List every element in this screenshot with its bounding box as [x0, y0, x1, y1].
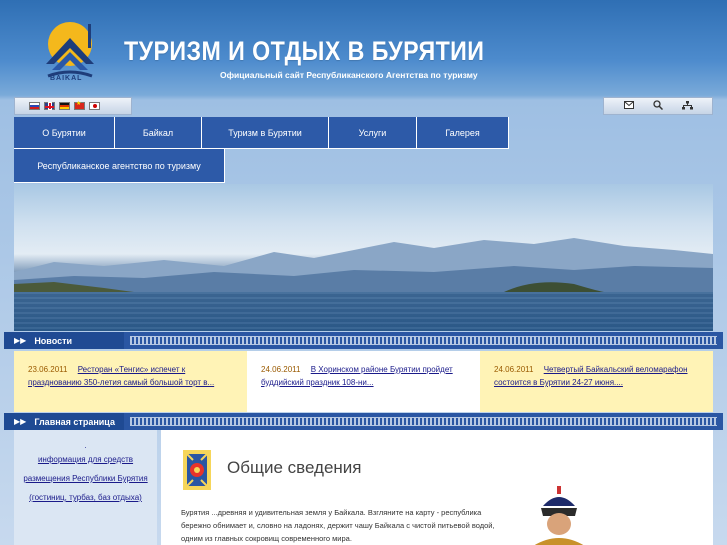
sidebar-link[interactable]: информация для средств [14, 450, 157, 469]
logo-text: BAIKAL [50, 75, 83, 82]
main-content: Общие сведения Бурятия ...древняя и удив… [161, 430, 713, 545]
site-subtitle: Официальный сайт Республиканского Агентс… [220, 70, 478, 80]
main-page-strip: ▶▶ Главная страница [4, 413, 723, 430]
mail-icon[interactable] [623, 101, 634, 111]
nav-item-gallery[interactable]: Галерея [417, 117, 509, 149]
content-text: Бурятия ...древняя и удивительная земля … [181, 508, 495, 543]
site-header: BAIKAL ТУРИЗМ И ОТДЫХ В БУРЯТИИ Официаль… [0, 0, 727, 96]
sidebar: . информация для средств размещения Респ… [14, 430, 157, 545]
tools-bar [603, 97, 713, 115]
nav-item-services[interactable]: Услуги [329, 117, 417, 149]
flag-jp-icon[interactable] [89, 102, 100, 110]
greek-key-pattern [130, 417, 717, 426]
site-title: ТУРИЗМ И ОТДЫХ В БУРЯТИИ [124, 36, 485, 66]
content-title: Общие сведения [227, 458, 362, 477]
nav-item-tourism[interactable]: Туризм в Бурятии [202, 117, 329, 149]
flag-de-icon[interactable] [59, 102, 70, 110]
sidebar-link[interactable]: размещения Республики Бурятия [14, 469, 157, 488]
double-arrow-icon: ▶▶ [14, 336, 27, 345]
mountains-image [14, 238, 713, 292]
news-date: 23.06.2011 [28, 365, 68, 374]
ornament-icon [183, 450, 211, 490]
sidebar-dot: . [84, 441, 87, 450]
main-strip-title[interactable]: ▶▶ Главная страница [4, 413, 124, 430]
nav-item-baikal[interactable]: Байкал [115, 117, 202, 149]
buryat-person-image [534, 486, 584, 545]
news-strip-label: Новости [34, 335, 73, 346]
search-icon[interactable] [652, 100, 663, 112]
main-nav: О Бурятии Байкал Туризм в Бурятии Услуги… [14, 117, 713, 183]
news-strip-title[interactable]: ▶▶ Новости [4, 332, 124, 349]
main-strip-label: Главная страница [34, 416, 115, 427]
nav-item-agency[interactable]: Республиканское агентство по туризму [14, 149, 225, 183]
news-item: 24.06.2011 В Хоринском районе Бурятии пр… [247, 351, 480, 412]
news-item: 24.06.2011 Четвертый Байкальский веломар… [480, 351, 713, 412]
language-bar [14, 97, 132, 115]
news-date: 24.06.2011 [494, 365, 534, 374]
news-list: 23.06.2011 Ресторан «Тенгис» испечет к п… [14, 351, 713, 412]
news-date: 24.06.2011 [261, 365, 301, 374]
water-texture [14, 292, 713, 331]
flag-en-icon[interactable] [44, 102, 55, 110]
nav-item-about[interactable]: О Бурятии [14, 117, 115, 149]
news-strip: ▶▶ Новости [4, 332, 723, 349]
news-item: 23.06.2011 Ресторан «Тенгис» испечет к п… [14, 351, 247, 412]
flag-ru-icon[interactable] [29, 102, 40, 110]
flag-cn-icon[interactable] [74, 100, 85, 110]
greek-key-pattern [130, 336, 717, 345]
lake-baikal-banner [14, 184, 713, 331]
double-arrow-icon: ▶▶ [14, 417, 27, 426]
sitemap-icon[interactable] [681, 100, 693, 112]
sidebar-link[interactable]: (гостиниц, турбаз, баз отдыха) [14, 488, 157, 507]
